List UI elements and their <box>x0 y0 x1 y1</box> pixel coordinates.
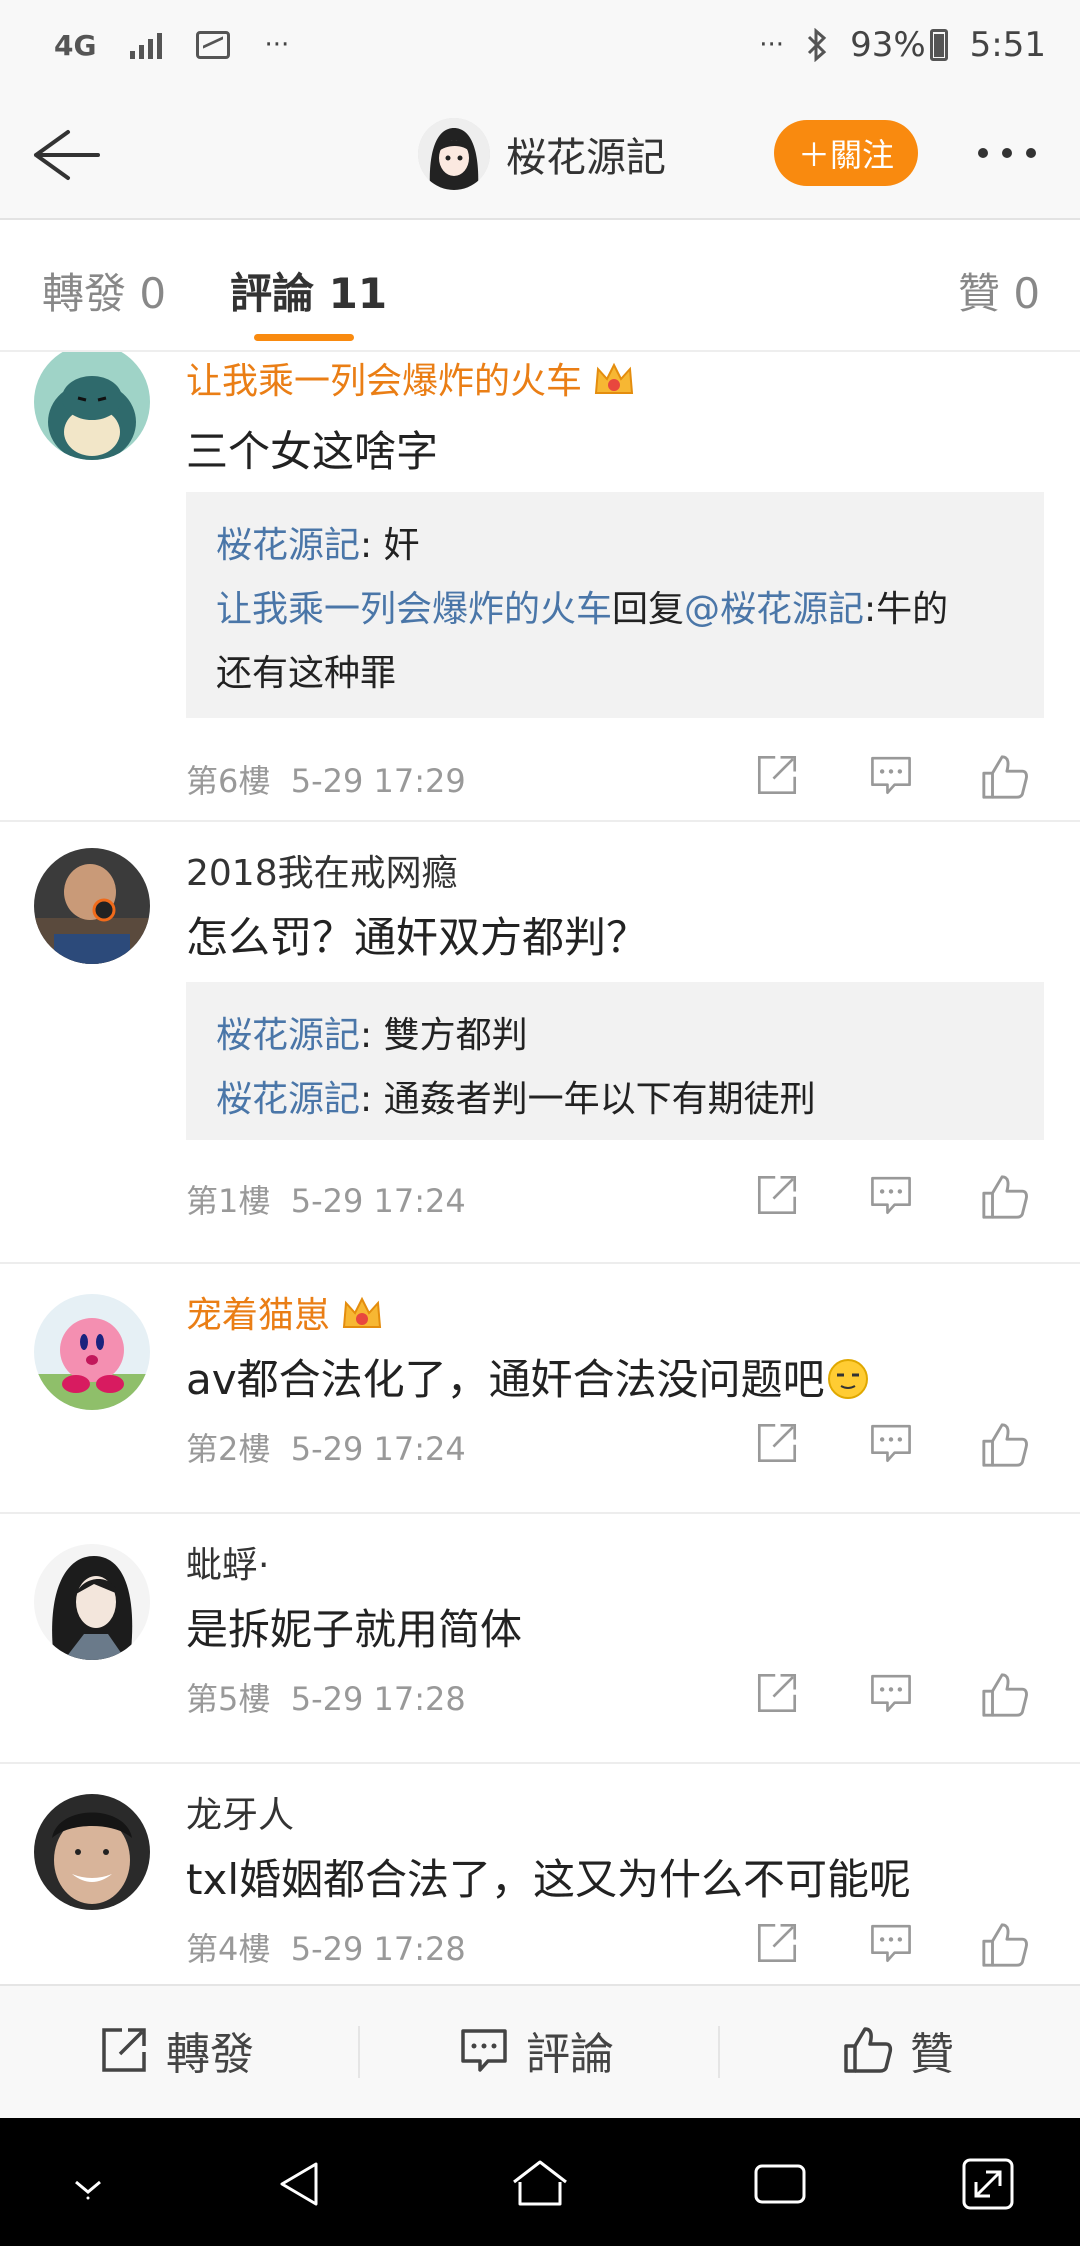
bottom-action-bar: 轉發 評論 贊 <box>0 1984 1080 2118</box>
notification-more: ··· <box>264 30 290 60</box>
comment-text: av都合法化了，通奸合法没问题吧 <box>186 1346 869 1407</box>
thumbs-up-icon[interactable] <box>980 1420 1030 1470</box>
tab-bar: 轉發 0 評論 11 贊 0 <box>0 222 1080 352</box>
tab-comments[interactable]: 評論 11 <box>230 260 387 321</box>
user-avatar[interactable] <box>34 848 150 964</box>
reply-author[interactable]: 桜花源記 <box>216 1015 360 1056</box>
share-icon[interactable] <box>754 1420 804 1470</box>
reply-line: 桜花源記: 通姦者判一年以下有期徒刑 <box>216 1079 816 1120</box>
thumbs-up-icon[interactable] <box>980 1172 1030 1222</box>
comment-meta: 第5樓 5-29 17:28 <box>186 1680 466 1718</box>
comment-text: 是拆妮子就用简体 <box>186 1605 523 1654</box>
nav-home-icon[interactable] <box>508 2152 572 2216</box>
crown-icon <box>342 1296 382 1328</box>
comment-button[interactable]: 評論 <box>458 2018 614 2082</box>
comment-list[interactable]: 让我乘一列会爆炸的火车 三个女这啥字 桜花源記: 奸 让我乘一列会爆炸的火车回复… <box>0 352 1080 1984</box>
comment-icon[interactable] <box>868 1920 918 1970</box>
nav-expand-icon[interactable] <box>956 2152 1020 2216</box>
like-button[interactable]: 贊 <box>842 2018 954 2082</box>
share-icon[interactable] <box>754 1920 804 1970</box>
comment-text: txl婚姻都合法了，这又为什么不可能呢 <box>186 1855 911 1904</box>
reply-author[interactable]: 桜花源記 <box>216 1079 360 1120</box>
thumbs-up-icon[interactable] <box>980 1920 1030 1970</box>
share-icon[interactable] <box>754 1670 804 1720</box>
comment-text: 三个女这啥字 <box>186 427 439 476</box>
comment-actions <box>754 1420 1054 1470</box>
username[interactable]: 让我乘一列会爆炸的火车 <box>186 352 636 404</box>
comment-icon[interactable] <box>868 1670 918 1720</box>
reply-line: 桜花源記: 奸 <box>216 525 420 566</box>
comment-actions <box>754 752 1054 802</box>
share-icon <box>102 2028 146 2072</box>
network-indicator: 4G <box>54 28 97 62</box>
username[interactable]: 宠着猫崽 <box>186 1286 384 1338</box>
comment-item: 蚍蜉· 是拆妮子就用简体 第5樓 5-29 17:28 <box>0 1514 1080 1764</box>
thumbs-up-icon <box>844 2027 893 2073</box>
comment-meta: 第1樓 5-29 17:24 <box>186 1182 466 1220</box>
tab-reposts[interactable]: 轉發 0 <box>42 260 166 321</box>
title-bar: 桜花源記 ＋關注 <box>0 90 1080 220</box>
comment-text: 怎么罚？通奸双方都判？ <box>186 913 649 962</box>
username[interactable]: 龙牙人 <box>186 1786 294 1838</box>
system-nav-bar <box>0 2118 1080 2246</box>
clock: 5:51 <box>969 25 1046 65</box>
crown-icon <box>594 362 634 394</box>
nav-back-icon[interactable] <box>268 2152 332 2216</box>
user-avatar[interactable] <box>34 352 150 460</box>
reply-box[interactable]: 桜花源記: 雙方都判 桜花源記: 通姦者判一年以下有期徒刑 <box>186 982 1044 1140</box>
reply-box[interactable]: 桜花源記: 奸 让我乘一列会爆炸的火车回复@桜花源記:牛的 还有这种罪 <box>186 492 1044 718</box>
nav-recents-icon[interactable] <box>748 2152 812 2216</box>
share-icon[interactable] <box>754 752 804 802</box>
signal-icon <box>130 31 163 59</box>
back-arrow-icon[interactable] <box>28 120 104 190</box>
reply-mention[interactable]: @桜花源記 <box>684 589 864 630</box>
comment-item: 2018我在戒网瘾 怎么罚？通奸双方都判？ 桜花源記: 雙方都判 桜花源記: 通… <box>0 822 1080 1264</box>
reply-line: 让我乘一列会爆炸的火车回复@桜花源記:牛的 <box>216 589 949 630</box>
reply-line-continued: 还有这种罪 <box>216 653 397 694</box>
status-bar: 4G ··· ··· 93% 5:51 <box>0 0 1080 90</box>
bluetooth-icon <box>808 28 827 62</box>
page-title: 桜花源記 <box>506 135 666 181</box>
author-title[interactable]: 桜花源記 <box>418 118 666 190</box>
user-avatar[interactable] <box>34 1294 150 1410</box>
thumbs-up-icon[interactable] <box>980 752 1030 802</box>
reply-author[interactable]: 桜花源記 <box>216 525 360 566</box>
comment-item: 宠着猫崽 av都合法化了，通奸合法没问题吧 第2樓 5-29 17:24 <box>0 1264 1080 1514</box>
comment-item: 龙牙人 txl婚姻都合法了，这又为什么不可能呢 第4樓 5-29 17:28 <box>0 1764 1080 1984</box>
gallery-icon <box>196 31 231 59</box>
comment-actions <box>754 1670 1054 1720</box>
comment-meta: 第4樓 5-29 17:28 <box>186 1930 466 1968</box>
username[interactable]: 2018我在戒网瘾 <box>186 844 458 896</box>
comment-meta: 第2樓 5-29 17:24 <box>186 1430 466 1468</box>
user-avatar[interactable] <box>34 1544 150 1660</box>
battery-icon <box>929 29 948 61</box>
repost-button[interactable]: 轉發 <box>98 2018 254 2082</box>
comment-item: 让我乘一列会爆炸的火车 三个女这啥字 桜花源記: 奸 让我乘一列会爆炸的火车回复… <box>0 352 1080 822</box>
reply-author[interactable]: 让我乘一列会爆炸的火车 <box>216 589 612 630</box>
tab-likes[interactable]: 贊 0 <box>958 260 1040 321</box>
comment-meta: 第6樓 5-29 17:29 <box>186 762 466 800</box>
comment-icon[interactable] <box>868 1420 918 1470</box>
reply-line: 桜花源記: 雙方都判 <box>216 1015 528 1056</box>
comment-actions <box>754 1172 1054 1222</box>
wink-emoji-icon <box>827 1359 868 1399</box>
author-avatar[interactable] <box>418 118 490 190</box>
follow-button[interactable]: ＋關注 <box>774 120 918 186</box>
status-more: ··· <box>759 30 785 60</box>
share-icon[interactable] <box>754 1172 804 1222</box>
comment-icon[interactable] <box>868 1172 918 1222</box>
comment-icon[interactable] <box>868 752 918 802</box>
comment-icon <box>461 2029 507 2072</box>
thumbs-up-icon[interactable] <box>980 1670 1030 1720</box>
user-avatar[interactable] <box>34 1794 150 1910</box>
nav-down-icon[interactable] <box>56 2152 120 2216</box>
username[interactable]: 蚍蜉· <box>186 1536 269 1588</box>
more-dots-icon[interactable] <box>978 148 1036 158</box>
active-tab-indicator <box>254 334 354 341</box>
battery-percent: 93% <box>850 25 926 65</box>
comment-actions <box>754 1920 1054 1970</box>
